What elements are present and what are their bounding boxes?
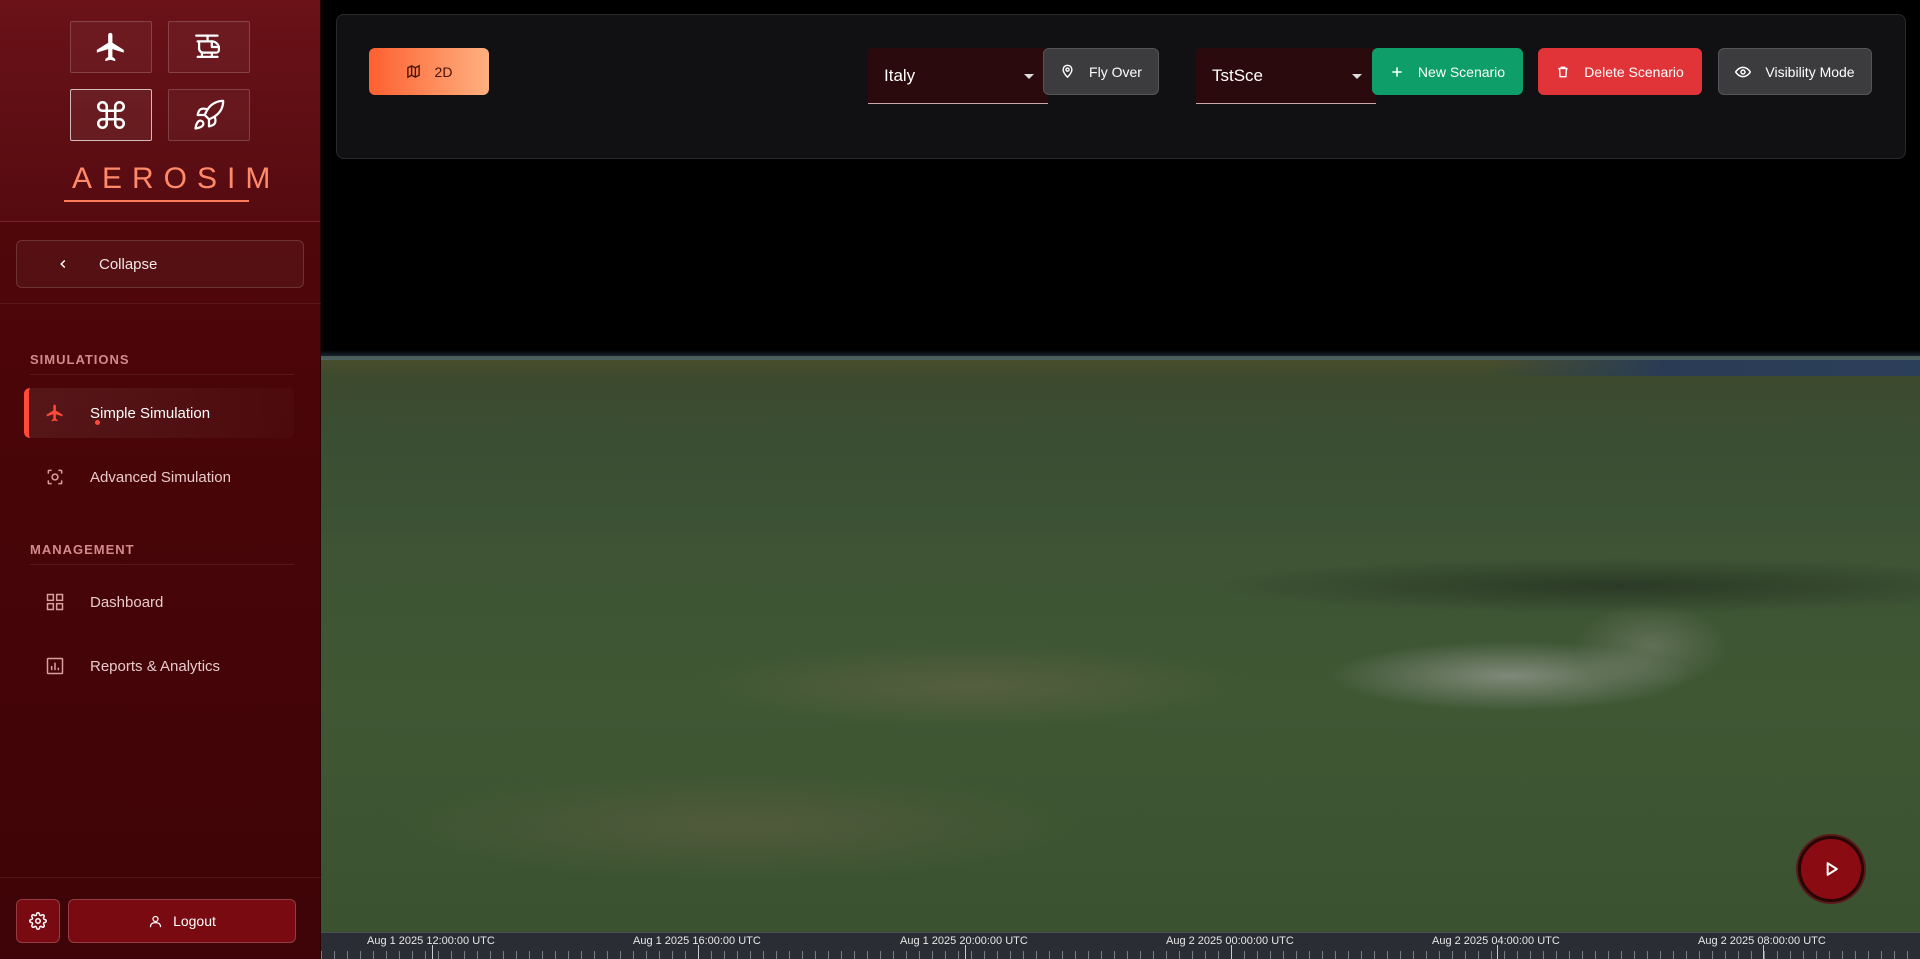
view-mode-2d-button[interactable]: 2D — [369, 48, 489, 95]
dropdown-caret-icon — [1352, 74, 1362, 79]
timeline-label: Aug 1 2025 16:00:00 UTC — [633, 935, 761, 947]
nav-item-label: Simple Simulation — [90, 404, 211, 422]
delete-scenario-label: Delete Scenario — [1584, 63, 1684, 80]
app-root: AEROSIM Collapse SIMULATIONS Simple Simu… — [0, 0, 1920, 959]
timeline-bar[interactable]: Aug 1 2025 12:00:00 UTC Aug 1 2025 16:00… — [321, 932, 1920, 959]
vehicle-airplane-button[interactable] — [70, 21, 152, 73]
timeline-major-tick — [1763, 945, 1764, 959]
logout-button[interactable]: Logout — [68, 899, 296, 943]
timeline-major-tick — [1231, 945, 1232, 959]
rocket-icon — [194, 99, 225, 130]
timeline-label: Aug 1 2025 12:00:00 UTC — [367, 935, 495, 947]
scan-icon — [44, 466, 66, 488]
nav-item-label: Advanced Simulation — [90, 468, 231, 486]
timeline-major-tick — [965, 945, 966, 959]
timeline-major-tick — [432, 945, 433, 959]
fly-over-label: Fly Over — [1089, 63, 1142, 80]
settings-button[interactable] — [16, 899, 60, 943]
location-pin-icon — [1062, 64, 1073, 79]
view-mode-label: 2D — [434, 63, 453, 80]
gear-icon — [29, 912, 47, 930]
scenario-select-value: TstSce — [1212, 65, 1264, 85]
airplane-icon — [96, 32, 124, 62]
app-logo: AEROSIM — [64, 162, 270, 202]
chart-icon — [44, 655, 66, 677]
drone-icon — [96, 100, 126, 130]
satellite-terrain[interactable] — [321, 356, 1920, 932]
vehicle-type-selector — [70, 21, 250, 141]
timeline-label: Aug 1 2025 20:00:00 UTC — [900, 935, 1028, 947]
section-divider — [30, 564, 294, 565]
section-title-management: MANAGEMENT — [30, 542, 135, 557]
helicopter-icon — [195, 34, 221, 59]
vehicle-drone-button[interactable] — [70, 89, 152, 141]
visibility-mode-button[interactable]: Visibility Mode — [1718, 48, 1872, 95]
timeline-major-tick — [1497, 945, 1498, 959]
play-button[interactable] — [1798, 836, 1864, 902]
logout-label: Logout — [173, 913, 216, 929]
chevron-left-icon — [51, 252, 75, 276]
collapse-button[interactable]: Collapse — [16, 240, 304, 288]
nav-item-dashboard[interactable]: Dashboard — [24, 577, 294, 627]
region-select-value: Italy — [884, 65, 916, 85]
timeline-label: Aug 2 2025 04:00:00 UTC — [1432, 935, 1560, 947]
fly-over-button[interactable]: Fly Over — [1043, 48, 1159, 95]
play-icon — [1826, 862, 1838, 876]
nav-item-label: Reports & Analytics — [90, 657, 221, 675]
plus-icon — [1392, 66, 1402, 77]
trash-icon — [1558, 66, 1568, 77]
sidebar-footer: Logout — [0, 877, 321, 959]
section-divider — [30, 374, 294, 375]
active-indicator-dot — [95, 420, 100, 425]
new-scenario-button[interactable]: New Scenario — [1372, 48, 1523, 95]
nav-item-reports-analytics[interactable]: Reports & Analytics — [24, 641, 294, 691]
sea-horizon — [1491, 360, 1920, 376]
nav-item-simple-simulation[interactable]: Simple Simulation — [24, 388, 294, 438]
vehicle-helicopter-button[interactable] — [168, 21, 250, 73]
nav-item-advanced-simulation[interactable]: Advanced Simulation — [24, 452, 294, 502]
sidebar: AEROSIM Collapse SIMULATIONS Simple Simu… — [0, 0, 321, 959]
region-select[interactable]: Italy — [868, 48, 1048, 104]
scenario-select[interactable]: TstSce — [1196, 48, 1376, 104]
section-title-simulations: SIMULATIONS — [30, 352, 130, 367]
airplane-icon — [44, 402, 66, 424]
map-icon — [406, 64, 420, 79]
eye-icon — [1735, 66, 1752, 77]
user-icon — [149, 915, 162, 927]
nav-item-label: Dashboard — [90, 593, 164, 611]
scenario-toolbar: 2D Italy Fly Over TstSce New Scenario De — [336, 14, 1906, 159]
visibility-mode-label: Visibility Mode — [1765, 63, 1855, 80]
dropdown-caret-icon — [1024, 74, 1034, 79]
globe-viewer[interactable]: 2D Italy Fly Over TstSce New Scenario De — [321, 0, 1920, 959]
delete-scenario-button[interactable]: Delete Scenario — [1538, 48, 1702, 95]
vehicle-rocket-button[interactable] — [168, 89, 250, 141]
timeline-label: Aug 2 2025 00:00:00 UTC — [1166, 935, 1294, 947]
sidebar-divider — [0, 303, 321, 304]
horizon — [321, 350, 1920, 360]
new-scenario-label: New Scenario — [1417, 63, 1506, 80]
timeline-label: Aug 2 2025 08:00:00 UTC — [1698, 935, 1826, 947]
timeline-major-tick — [698, 945, 699, 959]
collapse-label: Collapse — [99, 255, 158, 273]
timeline-ticks — [321, 951, 1920, 959]
dashboard-icon — [44, 591, 66, 613]
